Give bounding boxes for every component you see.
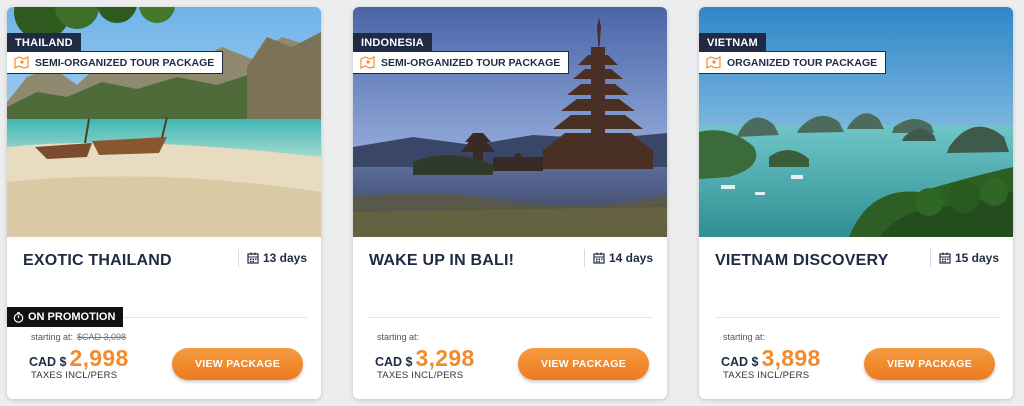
tour-card-indonesia[interactable]: INDONESIA SEMI-ORGANIZED TOUR PACKAGE WA… xyxy=(353,7,667,399)
starting-at-line: starting at: xyxy=(723,332,765,342)
duration-label: 14 days xyxy=(608,251,653,265)
duration-label: 15 days xyxy=(954,251,999,265)
map-icon xyxy=(706,56,721,69)
tour-card-thailand[interactable]: THAILAND SEMI-ORGANIZED TOUR PACKAGE EXO… xyxy=(7,7,321,399)
view-package-button[interactable]: VIEW PACKAGE xyxy=(518,348,649,380)
map-icon xyxy=(14,56,29,69)
map-icon xyxy=(360,56,375,69)
view-package-button[interactable]: VIEW PACKAGE xyxy=(864,348,995,380)
country-tag: VIETNAM xyxy=(699,33,766,53)
view-package-button[interactable]: VIEW PACKAGE xyxy=(172,348,303,380)
package-type-tag: ORGANIZED TOUR PACKAGE xyxy=(699,51,887,74)
price-currency: CAD $ xyxy=(29,355,67,369)
taxes-note: TAXES INCL/PERS xyxy=(31,370,118,381)
stopwatch-icon xyxy=(13,311,24,323)
price: CAD $ 3,298 xyxy=(375,345,475,372)
country-tag: INDONESIA xyxy=(353,33,432,53)
duration-label: 13 days xyxy=(262,251,307,265)
starting-at-label: starting at: xyxy=(377,332,420,342)
country-tag: THAILAND xyxy=(7,33,81,53)
taxes-note: TAXES INCL/PERS xyxy=(377,370,464,381)
calendar-icon xyxy=(593,252,605,264)
starting-at-line: starting at: xyxy=(377,332,419,342)
package-type-label: SEMI-ORGANIZED TOUR PACKAGE xyxy=(381,56,561,69)
promotion-badge: ON PROMOTION xyxy=(7,307,124,327)
price-amount: 3,298 xyxy=(415,345,475,371)
package-type-tag: SEMI-ORGANIZED TOUR PACKAGE xyxy=(353,51,570,74)
promotion-label: ON PROMOTION xyxy=(28,311,116,323)
price-currency: CAD $ xyxy=(375,355,413,369)
tour-title[interactable]: VIETNAM DISCOVERY xyxy=(715,252,889,270)
starting-at-line: starting at: $CAD 3,098 xyxy=(31,332,126,342)
tour-package-grid: THAILAND SEMI-ORGANIZED TOUR PACKAGE EXO… xyxy=(0,0,1024,406)
tour-duration: 13 days xyxy=(237,249,307,267)
card-divider xyxy=(369,317,653,318)
calendar-icon xyxy=(247,252,259,264)
price: CAD $ 3,898 xyxy=(721,345,821,372)
price-amount: 3,898 xyxy=(761,345,821,371)
price-amount: 2,998 xyxy=(69,345,129,371)
card-divider xyxy=(715,317,999,318)
tour-duration: 14 days xyxy=(583,249,653,267)
calendar-icon xyxy=(939,252,951,264)
price: CAD $ 2,998 xyxy=(29,345,129,372)
starting-at-label: starting at: xyxy=(31,332,74,342)
original-price: $CAD 3,098 xyxy=(77,332,127,342)
package-type-label: ORGANIZED TOUR PACKAGE xyxy=(727,56,878,69)
tour-card-vietnam[interactable]: VIETNAM ORGANIZED TOUR PACKAGE VIETNAM D… xyxy=(699,7,1013,399)
tour-title[interactable]: WAKE UP IN BALI! xyxy=(369,252,514,270)
package-type-tag: SEMI-ORGANIZED TOUR PACKAGE xyxy=(7,51,224,74)
taxes-note: TAXES INCL/PERS xyxy=(723,370,810,381)
tour-duration: 15 days xyxy=(929,249,999,267)
tour-title[interactable]: EXOTIC THAILAND xyxy=(23,252,172,270)
price-currency: CAD $ xyxy=(721,355,759,369)
package-type-label: SEMI-ORGANIZED TOUR PACKAGE xyxy=(35,56,215,69)
starting-at-label: starting at: xyxy=(723,332,766,342)
